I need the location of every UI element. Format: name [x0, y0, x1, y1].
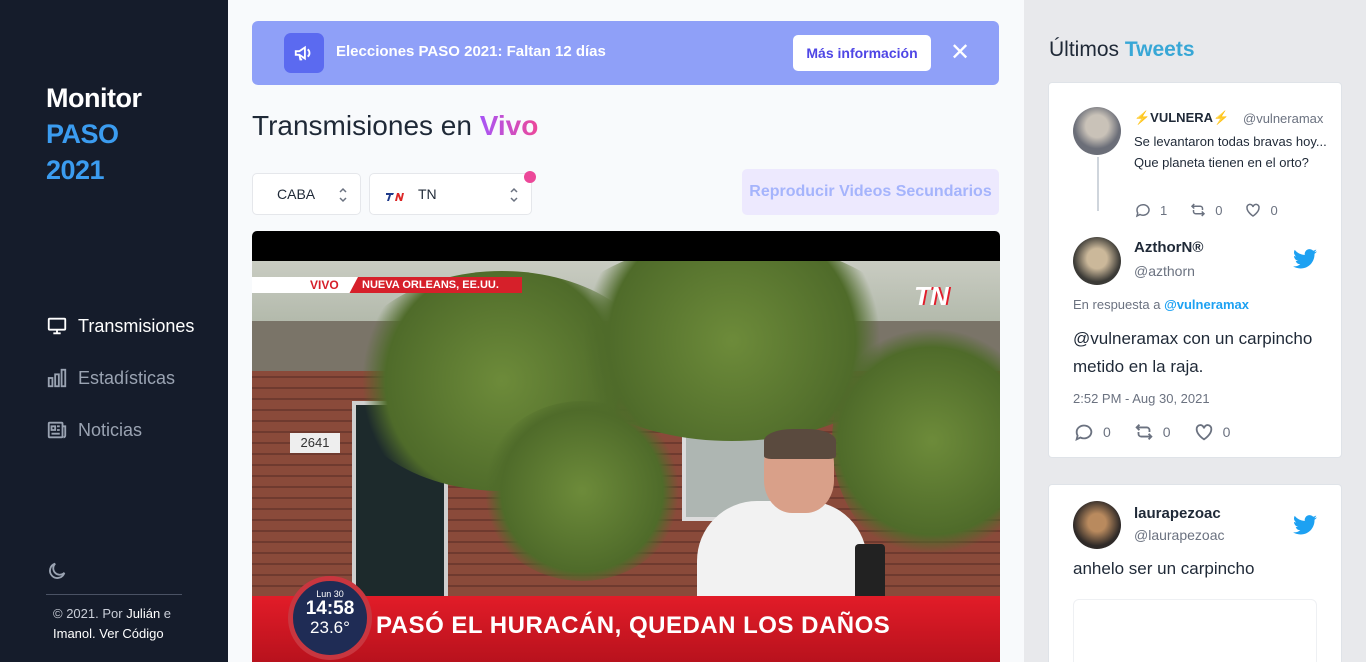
- close-icon[interactable]: ✕: [948, 41, 972, 65]
- monitor-icon: [47, 317, 67, 335]
- nav-label-noticias: Noticias: [78, 419, 143, 440]
- like-action[interactable]: 0: [1193, 421, 1231, 443]
- channel-select-value: TN: [418, 186, 437, 202]
- sidebar-divider: [46, 594, 182, 595]
- video-player[interactable]: 2641 VIVO NUEVA ORLEANS, EE.UU. TN PASÓ …: [252, 231, 1000, 662]
- like-count: 0: [1222, 424, 1231, 440]
- retweet-count: 0: [1215, 202, 1223, 218]
- reply-count: 0: [1103, 424, 1111, 440]
- tweet-reply-actions: 0 0 0: [1073, 421, 1252, 443]
- bar-chart-icon: [47, 368, 67, 388]
- video-location: NUEVA ORLEANS, EE.UU.: [362, 279, 499, 291]
- title-highlight: Vivo: [479, 110, 539, 141]
- reply-to-handle[interactable]: @vulneramax: [1164, 297, 1249, 312]
- tweet-handle[interactable]: @laurapezoac: [1134, 527, 1225, 543]
- newspaper-icon: [47, 421, 67, 439]
- tweet-media[interactable]: [1073, 599, 1317, 662]
- retweet-icon: [1135, 424, 1153, 440]
- tn-logo-icon: [386, 189, 404, 201]
- footer-author2[interactable]: Imanol.: [53, 626, 96, 641]
- reply-icon: [1135, 203, 1150, 218]
- more-info-button[interactable]: Más información: [793, 35, 931, 71]
- chevron-updown-icon: [339, 187, 347, 203]
- nav-label-estadisticas: Estadísticas: [78, 367, 176, 388]
- region-select[interactable]: CABA: [252, 173, 361, 215]
- tweet-parent-handle[interactable]: @vulneramax: [1243, 111, 1323, 126]
- tweet-parent-actions: 1 0 0: [1134, 201, 1300, 219]
- video-clock-temp: 23.6°: [310, 618, 350, 637]
- retweet-icon: [1191, 203, 1206, 217]
- tweet-parent-text: Se levantaron todas bravas hoy... Que pl…: [1134, 134, 1327, 170]
- video-clock-time: 14:58: [305, 598, 355, 619]
- tweet-card[interactable]: laurapezoac @laurapezoac anhelo ser un c…: [1048, 484, 1342, 662]
- reply-icon: [1075, 424, 1093, 442]
- reply-to-prefix: En respuesta a: [1073, 297, 1161, 312]
- avatar[interactable]: [1073, 107, 1121, 155]
- like-count: 0: [1270, 202, 1278, 218]
- chevron-updown-icon: [510, 187, 518, 203]
- nav-item-transmisiones[interactable]: Transmisiones: [46, 300, 194, 352]
- footer-author1[interactable]: Julián: [126, 606, 160, 621]
- reply-to-line: En respuesta a @vulneramax: [1073, 297, 1249, 312]
- video-live-bar: VIVO NUEVA ORLEANS, EE.UU.: [252, 277, 522, 293]
- sidebar-nav: Transmisiones Estadísticas Noticias: [46, 300, 194, 456]
- footer-and: e: [163, 606, 172, 621]
- sidebar: Monitor PASO 2021 Transmisiones Estadíst…: [0, 0, 228, 662]
- nav-item-estadisticas[interactable]: Estadísticas: [46, 352, 194, 404]
- moon-icon[interactable]: [46, 560, 68, 582]
- heart-icon: [1195, 424, 1212, 441]
- tweet-text: anhelo ser un carpincho: [1073, 559, 1255, 578]
- tweet-timestamp[interactable]: 2:52 PM - Aug 30, 2021: [1073, 391, 1210, 406]
- tweets-title-prefix: Últimos: [1049, 38, 1120, 61]
- tweets-panel: Últimos Tweets ⚡VULNERA⚡ @vulneramax Se …: [1024, 0, 1366, 662]
- tweets-title-highlight: Tweets: [1124, 38, 1195, 61]
- avatar[interactable]: [1073, 501, 1121, 549]
- twitter-bird-icon[interactable]: [1293, 249, 1317, 269]
- heart-icon: [1246, 203, 1261, 217]
- tweet-name[interactable]: laurapezoac: [1134, 505, 1221, 522]
- brand-logo[interactable]: Monitor PASO 2021: [46, 80, 142, 188]
- tweet-parent-name[interactable]: ⚡VULNERA⚡: [1134, 110, 1229, 126]
- play-secondary-videos-button[interactable]: Reproducir Videos Secundarios: [742, 169, 999, 215]
- nav-label-transmisiones: Transmisiones: [78, 315, 195, 336]
- tweets-title: Últimos Tweets: [1049, 38, 1195, 62]
- video-microphone: [855, 544, 885, 604]
- banner-text: Elecciones PASO 2021: Faltan 12 días: [336, 43, 606, 60]
- video-address-plate: 2641: [290, 433, 340, 453]
- video-headline: PASÓ EL HURACÁN, QUEDAN LOS DAÑOS: [376, 612, 891, 639]
- video-frame: 2641 VIVO NUEVA ORLEANS, EE.UU. TN PASÓ …: [252, 261, 1000, 662]
- reply-action[interactable]: 0: [1073, 421, 1111, 443]
- reply-count: 1: [1160, 202, 1168, 218]
- avatar[interactable]: [1073, 237, 1121, 285]
- retweet-count: 0: [1162, 424, 1171, 440]
- nav-item-noticias[interactable]: Noticias: [46, 404, 194, 456]
- tweet-card[interactable]: ⚡VULNERA⚡ @vulneramax Se levantaron toda…: [1048, 82, 1342, 458]
- retweet-action[interactable]: 0: [1133, 421, 1171, 443]
- title-prefix: Transmisiones en: [252, 110, 472, 141]
- twitter-bird-icon[interactable]: [1293, 515, 1317, 535]
- video-channel-logo: TN: [914, 281, 949, 311]
- election-banner: Elecciones PASO 2021: Faltan 12 días Más…: [252, 21, 999, 85]
- page-title: Transmisiones en Vivo: [252, 110, 538, 142]
- channel-select[interactable]: TN: [369, 173, 532, 215]
- brand-line3: 2021: [46, 155, 105, 185]
- like-action[interactable]: 0: [1244, 201, 1278, 219]
- video-clock: Lun 30 14:58 23.6°: [288, 576, 372, 660]
- brand-line1: Monitor: [46, 83, 142, 113]
- tweet-reply-handle[interactable]: @azthorn: [1134, 263, 1195, 279]
- thread-line: [1097, 157, 1099, 211]
- tweet-reply-text: @vulneramax con un carpincho metido en l…: [1073, 329, 1313, 376]
- brand-line2: PASO: [46, 119, 119, 149]
- footer-code-link[interactable]: Ver Código: [99, 626, 163, 641]
- video-live-label: VIVO: [252, 277, 358, 293]
- megaphone-icon: [284, 33, 324, 73]
- reply-action[interactable]: 1: [1134, 201, 1167, 219]
- footer-prefix: © 2021. Por: [53, 606, 123, 621]
- region-select-value: CABA: [277, 186, 316, 202]
- tweet-reply-name[interactable]: AzthorN®: [1134, 239, 1203, 256]
- sidebar-footer: © 2021. Por Julián e Imanol. Ver Código: [53, 604, 171, 644]
- live-indicator-dot: [524, 171, 536, 183]
- retweet-action[interactable]: 0: [1189, 201, 1222, 219]
